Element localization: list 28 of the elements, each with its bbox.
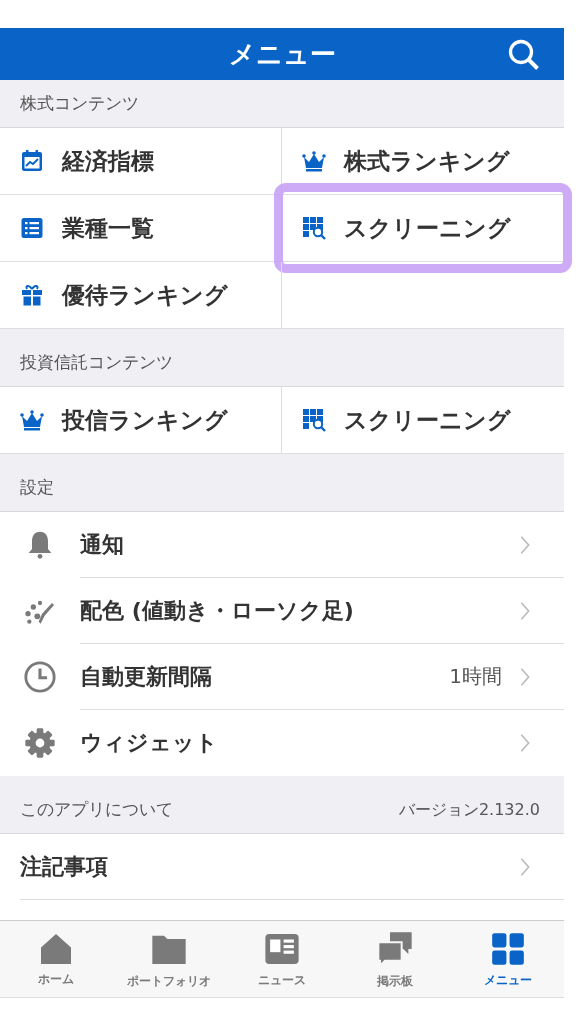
calendar-chart-icon: [20, 149, 44, 173]
settings-row[interactable]: ウィジェット: [80, 710, 564, 776]
menu-item[interactable]: 経済指標: [20, 145, 154, 177]
crown-icon: [302, 149, 326, 173]
grid-search-icon: [302, 408, 326, 432]
tab[interactable]: ニュース: [225, 921, 339, 997]
section-title: 株式コンテンツ: [20, 92, 139, 115]
grid-search-icon: [302, 216, 326, 240]
version-text: バージョン2.132.0: [398, 800, 540, 821]
tab[interactable]: ホーム: [0, 921, 113, 997]
menu-item[interactable]: スクリーニング: [302, 404, 511, 436]
menu-item[interactable]: 株式ランキング: [302, 145, 510, 177]
list-icon: [20, 216, 44, 240]
section-title: 設定: [20, 476, 54, 499]
gear-icon: [24, 727, 56, 759]
tab[interactable]: ポートフォリオ: [112, 921, 226, 997]
section-title: このアプリについて: [20, 798, 173, 821]
tab[interactable]: メニュー: [451, 921, 564, 997]
menu-item[interactable]: 優待ランキング: [20, 279, 228, 311]
tab[interactable]: 掲示板: [338, 921, 452, 997]
gift-icon: [20, 283, 44, 307]
menu-item[interactable]: 投信ランキング: [20, 404, 228, 436]
clock-icon: [23, 660, 57, 694]
screen-title: メニュー: [228, 37, 336, 71]
menu-item[interactable]: スクリーニング: [302, 212, 511, 244]
crown-icon: [20, 408, 44, 432]
section-title: 投資信託コンテンツ: [20, 351, 173, 374]
menu-item[interactable]: 業種一覧: [20, 212, 154, 244]
